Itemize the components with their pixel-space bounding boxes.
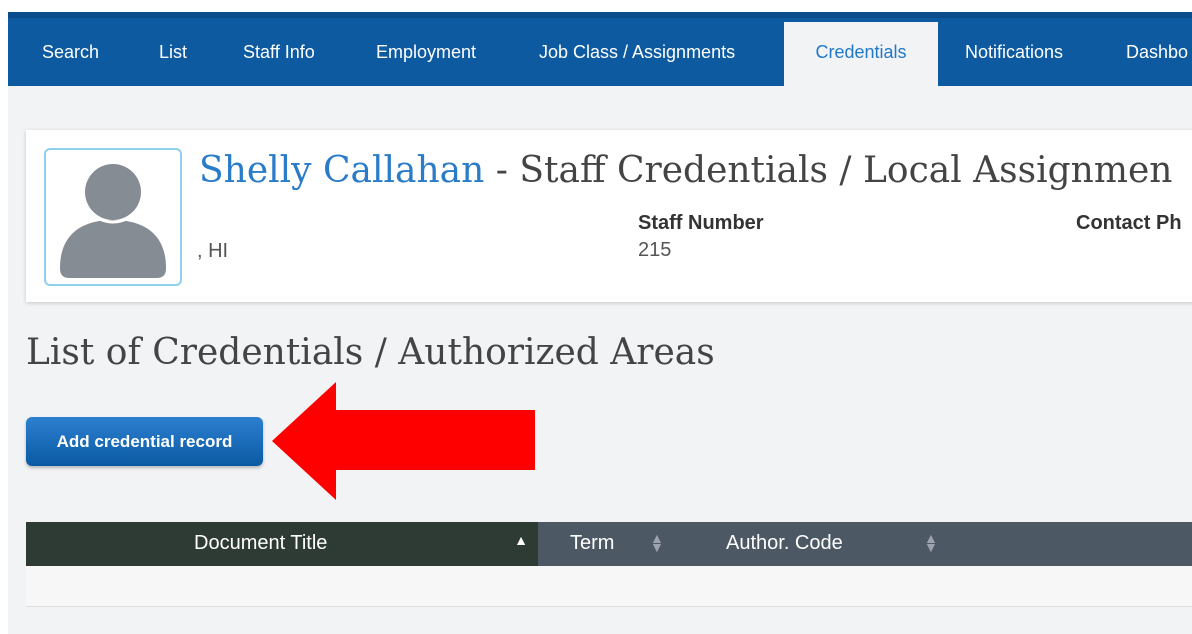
red-arrow-annotation (272, 382, 535, 500)
contact-phone-label: Contact Ph (1076, 212, 1182, 234)
tab-notifications[interactable]: Notifications (965, 18, 1063, 86)
tab-staff-info[interactable]: Staff Info (243, 18, 315, 86)
tab-search[interactable]: Search (42, 18, 99, 86)
column-label: Document Title (194, 532, 328, 554)
column-header-document-title[interactable]: Document Title ▲ (26, 522, 538, 566)
page-title: Shelly Callahan - Staff Credentials / Lo… (199, 150, 1172, 191)
title-suffix: - Staff Credentials / Local Assignmen (484, 150, 1173, 191)
table-row-empty (26, 566, 1192, 607)
staff-number-label: Staff Number (638, 212, 764, 234)
column-header-author-code[interactable]: Author. Code ▲ ▼ (698, 522, 958, 566)
avatar (44, 148, 182, 286)
staff-number-value: 215 (638, 239, 672, 261)
tab-dashboard[interactable]: Dashbo (1126, 18, 1188, 86)
sort-ascending-icon: ▲ (514, 532, 528, 548)
add-credential-button[interactable]: Add credential record (26, 417, 263, 466)
tab-employment[interactable]: Employment (376, 18, 476, 86)
sort-both-icon: ▲ ▼ (924, 530, 938, 555)
tab-credentials[interactable]: Credentials (784, 22, 938, 88)
app-frame: Search List Staff Info Employment Job Cl… (8, 12, 1192, 634)
top-nav: Search List Staff Info Employment Job Cl… (8, 12, 1192, 88)
credentials-table-header: Document Title ▲ Term ▲ ▼ Author. Code ▲ ▼ (26, 522, 1192, 566)
column-header-term[interactable]: Term ▲ ▼ (538, 522, 698, 566)
user-silhouette-icon (60, 160, 166, 278)
staff-location: , HI (197, 240, 229, 262)
tab-job-class-assignments[interactable]: Job Class / Assignments (539, 18, 735, 86)
staff-name-link[interactable]: Shelly Callahan (199, 150, 484, 191)
staff-header-card: Shelly Callahan - Staff Credentials / Lo… (26, 130, 1192, 302)
sort-both-icon: ▲ ▼ (650, 530, 664, 555)
tab-list[interactable]: List (159, 18, 187, 86)
column-label: Term (570, 532, 615, 554)
column-label: Author. Code (726, 532, 843, 554)
section-title: List of Credentials / Authorized Areas (26, 332, 715, 373)
